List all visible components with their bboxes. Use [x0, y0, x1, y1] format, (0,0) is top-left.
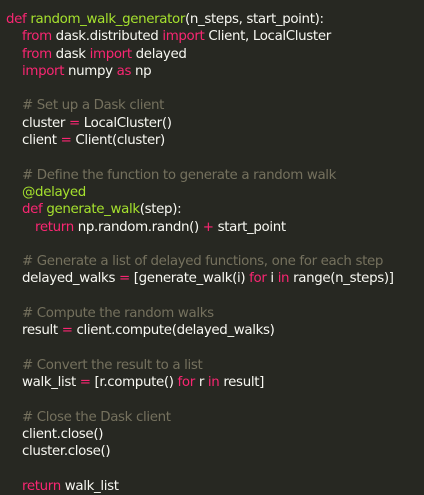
code-comment: # Define the function to generate a rand… [22, 167, 337, 183]
code-comment: # Convert the result to a list [22, 357, 203, 373]
code-line: from dask.distributed import Client, Loc… [6, 28, 424, 45]
code-line: @delayed [6, 184, 424, 201]
code-keyword: from [22, 29, 56, 45]
code-line: result = client.compute(delayed_walks) [6, 322, 424, 339]
code-line: # Define the function to generate a rand… [6, 167, 424, 184]
code-text: client.close() [22, 427, 104, 443]
code-text: dask.distributed [55, 29, 163, 45]
code-line: client = Client(cluster) [6, 132, 424, 149]
code-text: LocalCluster() [83, 115, 172, 131]
code-keyword: = [60, 133, 76, 149]
code-text: delayed_walks [22, 271, 119, 287]
code-keyword: + [202, 219, 218, 235]
code-text: result] [223, 375, 264, 391]
code-text: start_point [217, 219, 287, 235]
code-line: def generate_walk(step): [6, 201, 424, 218]
code-comment: # Compute the random walks [22, 306, 214, 322]
code-keyword: return [22, 479, 65, 495]
code-line: client.close() [6, 426, 424, 443]
code-text: range(n_steps)] [293, 271, 394, 287]
code-keyword: = [69, 115, 84, 131]
code-comment: # Set up a Dask client [22, 98, 165, 114]
code-text: numpy [68, 63, 117, 79]
code-text: result [22, 323, 62, 339]
code-text: r [198, 375, 208, 391]
code-comment: # Generate a list of delayed functions, … [22, 254, 384, 270]
code-text: client.compute(delayed_walks) [76, 323, 275, 339]
code-text: i [270, 271, 278, 287]
code-keyword: in [277, 271, 294, 287]
code-block[interactable]: def random_walk_generator(n_steps, start… [6, 11, 424, 495]
code-keyword: = [79, 375, 95, 391]
code-function-name: @delayed [22, 184, 86, 200]
code-text: dask [55, 46, 90, 62]
code-line: def random_walk_generator(n_steps, start… [6, 11, 424, 28]
code-keyword: def [22, 202, 47, 218]
code-keyword: for [177, 375, 199, 391]
code-text: (n_steps, start_point): [185, 12, 324, 27]
code-text: [r.compute() [94, 375, 178, 391]
code-keyword: from [22, 46, 56, 62]
code-text: np [135, 63, 152, 79]
code-keyword: def [6, 12, 31, 27]
code-text: cluster.close() [22, 444, 111, 460]
code-text: walk_list [64, 479, 119, 495]
code-keyword: as [116, 63, 136, 79]
code-line: cluster = LocalCluster() [6, 115, 424, 132]
code-text: cluster [22, 115, 69, 131]
code-text: [generate_walk(i) [133, 271, 250, 287]
code-text: (step): [139, 202, 182, 218]
code-comment: # Close the Dask client [22, 409, 171, 425]
code-keyword: = [119, 271, 134, 287]
code-text: Client, LocalCluster [208, 29, 331, 45]
code-editor: def random_walk_generator(n_steps, start… [0, 0, 424, 494]
code-keyword: return [35, 219, 78, 235]
code-line: from dask import delayed [6, 46, 424, 63]
code-function-name: random_walk_generator [30, 12, 186, 27]
code-line: # Close the Dask client [6, 409, 424, 426]
code-keyword: import [162, 29, 209, 45]
code-line: delayed_walks = [generate_walk(i) for i … [6, 270, 424, 287]
code-line: import numpy as np [6, 63, 424, 80]
code-keyword: in [207, 375, 224, 391]
code-line: # Convert the result to a list [6, 357, 424, 374]
code-keyword: for [249, 271, 271, 287]
code-keyword: import [22, 63, 69, 79]
code-text: np.random.randn() [77, 219, 203, 235]
code-line: walk_list = [r.compute() for r in result… [6, 374, 424, 391]
code-line: # Generate a list of delayed functions, … [6, 253, 424, 270]
code-function-name: generate_walk [46, 202, 140, 218]
code-keyword: import [89, 46, 136, 62]
code-text: Client(cluster) [75, 133, 165, 149]
code-line: return np.random.randn() + start_point [6, 219, 424, 236]
code-text: client [22, 133, 61, 149]
code-line: # Set up a Dask client [6, 97, 424, 114]
code-line: # Compute the random walks [6, 305, 424, 322]
code-line: return walk_list [6, 478, 424, 495]
code-line: cluster.close() [6, 443, 424, 460]
code-keyword: = [61, 323, 77, 339]
code-text: walk_list [22, 375, 80, 391]
code-text: delayed [135, 46, 187, 62]
